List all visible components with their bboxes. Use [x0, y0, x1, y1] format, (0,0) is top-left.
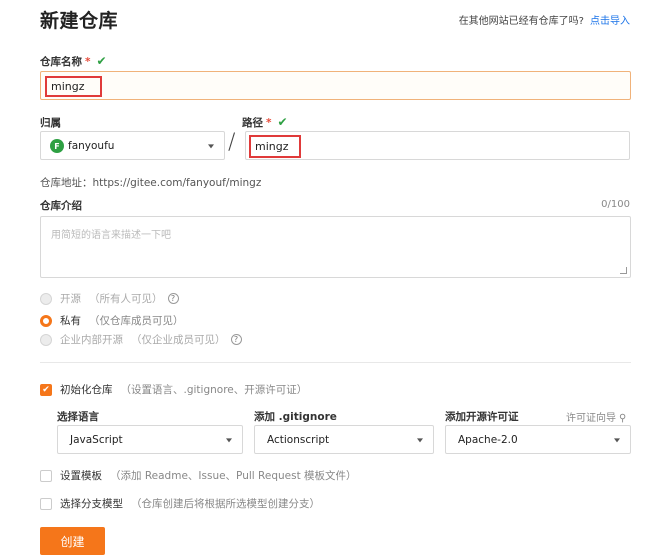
license-value: Apache-2.0	[458, 434, 518, 446]
path-value: mingz	[255, 140, 289, 153]
repo-name-input[interactable]: mingz	[40, 71, 631, 100]
language-label: 选择语言	[57, 411, 99, 423]
branch-model-checkbox[interactable]: 选择分支模型 （仓库创建后将根据所选模型创建分支）	[40, 496, 320, 511]
intro-placeholder: 用简短的语言来描述一下吧	[51, 230, 171, 241]
init-repo-hint: （设置语言、.gitignore、开源许可证）	[120, 384, 308, 396]
license-select[interactable]: Apache-2.0	[445, 425, 631, 454]
license-guide-link[interactable]: 许可证向导 ⚲	[566, 409, 626, 424]
language-value: JavaScript	[70, 434, 123, 446]
avatar: F	[50, 139, 64, 153]
repo-name-value: mingz	[51, 80, 85, 93]
radio-icon	[40, 333, 52, 346]
branch-model-label: 选择分支模型	[60, 498, 123, 510]
gitignore-select[interactable]: Actionscript	[254, 425, 434, 454]
required-mark: *	[266, 117, 272, 129]
path-separator: /	[228, 130, 236, 155]
import-prompt-text: 在其他网站已经有仓库了吗?	[458, 16, 584, 27]
visibility-enterprise-hint: （仅企业成员可见）	[131, 334, 226, 346]
visibility-private-label: 私有	[60, 315, 81, 327]
chevron-down-icon	[226, 437, 232, 442]
visibility-enterprise[interactable]: 企业内部开源 （仅企业成员可见） ?	[40, 332, 242, 347]
intro-textarea[interactable]: 用简短的语言来描述一下吧	[40, 216, 631, 278]
init-repo-checkbox[interactable]: ✔ 初始化仓库 （设置语言、.gitignore、开源许可证）	[40, 382, 307, 397]
check-icon: ✔	[277, 115, 288, 129]
branch-model-hint: （仓库创建后将根据所选模型创建分支）	[131, 498, 320, 510]
owner-label: 归属	[40, 117, 61, 129]
path-label: 路径 * ✔	[242, 115, 288, 130]
check-icon: ✔	[96, 54, 107, 68]
template-checkbox[interactable]: 设置模板 （添加 Readme、Issue、Pull Request 模板文件）	[40, 468, 357, 483]
gitignore-value: Actionscript	[267, 434, 330, 446]
license-label: 添加开源许可证	[445, 411, 519, 423]
repo-name-label-text: 仓库名称	[40, 56, 82, 68]
visibility-private-hint: （仅仓库成员可见）	[89, 315, 184, 327]
chevron-down-icon	[417, 437, 423, 442]
divider	[40, 362, 631, 363]
visibility-private[interactable]: 私有 （仅仓库成员可见）	[40, 313, 184, 328]
chevron-down-icon	[208, 143, 214, 148]
required-mark: *	[85, 56, 91, 68]
language-select[interactable]: JavaScript	[57, 425, 243, 454]
path-label-text: 路径	[242, 117, 263, 129]
resize-handle-icon[interactable]	[620, 267, 627, 274]
gitignore-label: 添加 .gitignore	[254, 411, 337, 423]
owner-value: fanyoufu	[68, 140, 115, 152]
intro-counter: 0/100	[601, 199, 630, 210]
checkbox-icon	[40, 497, 52, 510]
create-button[interactable]: 创建	[40, 527, 105, 555]
visibility-enterprise-label: 企业内部开源	[60, 334, 123, 346]
radio-selected-icon	[40, 314, 52, 327]
repo-name-label: 仓库名称 * ✔	[40, 54, 107, 69]
help-icon[interactable]: ?	[167, 293, 179, 304]
visibility-public-label: 开源	[60, 293, 81, 305]
checkbox-icon	[40, 469, 52, 482]
intro-label: 仓库介绍	[40, 200, 82, 212]
template-hint: （添加 Readme、Issue、Pull Request 模板文件）	[110, 470, 357, 482]
chevron-down-icon	[614, 437, 620, 442]
owner-select[interactable]: F fanyoufu	[40, 131, 225, 160]
checkbox-checked-icon: ✔	[40, 383, 52, 396]
visibility-public[interactable]: 开源 （所有人可见） ?	[40, 291, 179, 306]
radio-icon	[40, 292, 52, 305]
page-title: 新建仓库	[40, 10, 119, 32]
import-link[interactable]: 点击导入	[590, 16, 630, 27]
import-prompt: 在其他网站已经有仓库了吗? 点击导入	[459, 12, 630, 27]
path-input[interactable]: mingz	[245, 131, 630, 160]
help-icon[interactable]: ?	[230, 334, 242, 345]
license-guide-text: 许可证向导	[566, 413, 616, 424]
guide-icon: ⚲	[619, 413, 627, 424]
init-repo-label: 初始化仓库	[60, 384, 113, 396]
repo-address: 仓库地址：https://gitee.com/fanyouf/mingz	[40, 177, 262, 189]
visibility-public-hint: （所有人可见）	[89, 293, 163, 305]
template-label: 设置模板	[60, 470, 102, 482]
